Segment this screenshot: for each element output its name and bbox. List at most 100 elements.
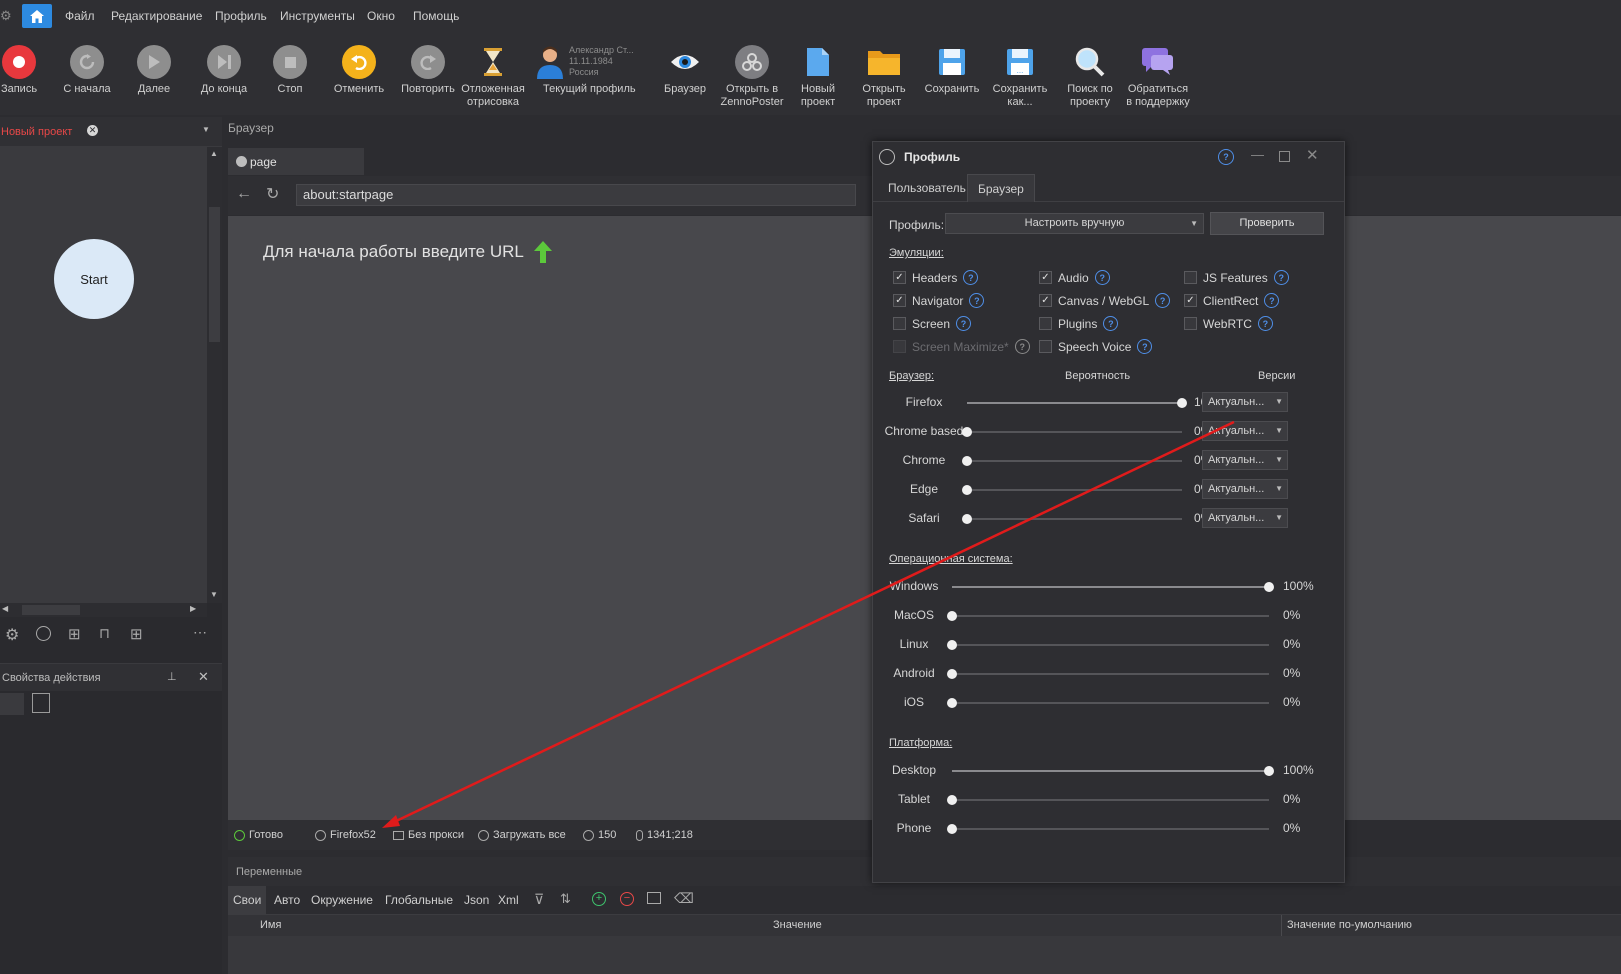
slider-knob[interactable] [947, 824, 957, 834]
lock-icon[interactable]: ⊓ [99, 625, 110, 642]
settings-gear-icon[interactable]: ⚙ [5, 625, 19, 645]
emulation-checkbox[interactable]: ✓ Audio? [1039, 270, 1110, 285]
more-icon[interactable]: ⋯ [193, 624, 207, 641]
add-variable-icon[interactable]: + [592, 892, 606, 906]
slider-knob[interactable] [1264, 582, 1274, 592]
slider-knob[interactable] [962, 514, 972, 524]
slider-knob[interactable] [947, 640, 957, 650]
slider-track[interactable] [952, 615, 1269, 617]
emulation-checkbox[interactable]: ✓ Navigator? [893, 293, 985, 308]
emulation-checkbox[interactable]: WebRTC? [1184, 316, 1273, 331]
tab-own[interactable]: Свои [228, 886, 267, 914]
close-panel-icon[interactable]: ✕ [198, 669, 209, 685]
filter-icon[interactable]: ⊽ [534, 891, 544, 908]
profile-select[interactable]: Настроить вручную ▼ [945, 213, 1204, 234]
load-selector[interactable]: Загружать все [478, 829, 566, 841]
user-circle-icon[interactable] [36, 626, 51, 641]
from-start-button[interactable]: С начала [62, 45, 112, 96]
slider-knob[interactable] [1264, 766, 1274, 776]
redo-button[interactable]: Повторить [398, 45, 458, 96]
project-tab[interactable]: Новый проект [1, 126, 72, 138]
horizontal-scrollbar[interactable]: ◀ ▶ [0, 603, 207, 617]
emulation-checkbox[interactable]: Plugins? [1039, 316, 1119, 331]
slider-knob[interactable] [947, 795, 957, 805]
chevron-down-icon[interactable]: ▼ [202, 125, 210, 134]
slider-track[interactable] [967, 431, 1182, 433]
help-icon[interactable]: ? [1014, 339, 1030, 354]
tab-xml[interactable]: Xml [498, 893, 519, 907]
slider-track[interactable] [967, 518, 1182, 520]
emulation-checkbox[interactable]: ✓ Headers? [893, 270, 979, 285]
menu-profile[interactable]: Профиль [215, 9, 267, 23]
engine-selector[interactable]: Firefox52 [315, 829, 376, 841]
slider-track[interactable] [952, 702, 1269, 704]
save-button[interactable]: Сохранить [922, 45, 982, 96]
close-tab-icon[interactable]: ✕ [87, 125, 98, 136]
col-value[interactable]: Значение [773, 919, 822, 931]
slider-knob[interactable] [962, 427, 972, 437]
scroll-up-icon[interactable]: ▲ [210, 149, 218, 158]
hscroll-thumb[interactable] [22, 605, 80, 615]
open-zennoposter-button[interactable]: Открыть в ZennoPoster [718, 45, 786, 109]
slider-track[interactable] [952, 673, 1269, 675]
slider-track[interactable] [967, 489, 1182, 491]
start-node[interactable]: Start [54, 239, 134, 319]
tab-browser[interactable]: Браузер [967, 174, 1035, 202]
menu-edit[interactable]: Редактирование [111, 9, 202, 23]
props-edit-icon[interactable] [32, 693, 50, 713]
help-icon[interactable]: ? [956, 316, 972, 331]
menu-window[interactable]: Окно [367, 9, 395, 23]
url-input[interactable]: about:startpage [296, 184, 856, 206]
help-icon[interactable]: ? [1257, 316, 1273, 331]
eraser-icon[interactable]: ⌫ [674, 890, 694, 907]
slider-knob[interactable] [1177, 398, 1187, 408]
variables-grid[interactable] [228, 936, 1621, 974]
emulation-checkbox[interactable]: Screen? [893, 316, 972, 331]
maximize-icon[interactable] [1279, 151, 1290, 162]
scroll-down-icon[interactable]: ▼ [210, 590, 218, 599]
current-profile-button[interactable]: Александр Ст... 11.11.1984 Россия Текущи… [537, 45, 643, 96]
col-default[interactable]: Значение по-умолчанию [1287, 919, 1412, 931]
slider-track[interactable] [967, 460, 1182, 462]
version-select[interactable]: Актуальн... ▼ [1202, 421, 1288, 441]
version-select[interactable]: Актуальн... ▼ [1202, 392, 1288, 412]
slider-knob[interactable] [947, 611, 957, 621]
tab-global[interactable]: Глобальные [385, 893, 453, 907]
help-icon[interactable]: ? [1103, 316, 1119, 331]
slider-knob[interactable] [947, 669, 957, 679]
scroll-left-icon[interactable]: ◀ [2, 604, 8, 613]
help-icon[interactable]: ? [1155, 293, 1171, 308]
support-button[interactable]: Обратиться в поддержку [1124, 45, 1192, 109]
next-button[interactable]: Далее [134, 45, 174, 96]
dialog-help-icon[interactable]: ? [1218, 149, 1234, 165]
check-button[interactable]: Проверить [1210, 212, 1324, 235]
vertical-scrollbar[interactable]: ▲ ▼ [207, 147, 222, 603]
scroll-thumb[interactable] [209, 207, 220, 342]
emulation-checkbox[interactable]: ✓ ClientRect? [1184, 293, 1280, 308]
grid-icon[interactable]: ⊞ [68, 625, 81, 643]
help-icon[interactable]: ? [1094, 270, 1110, 285]
timeout-field[interactable]: 150 [583, 829, 616, 841]
minimize-icon[interactable]: — [1251, 147, 1264, 162]
tab-user[interactable]: Пользователь [878, 174, 976, 202]
slider-track[interactable] [952, 799, 1269, 801]
sort-icon[interactable]: ⇅ [560, 891, 571, 907]
menu-tools[interactable]: Инструменты [280, 9, 355, 23]
help-icon[interactable]: ? [1137, 339, 1153, 354]
new-project-button[interactable]: Новый проект [796, 45, 840, 109]
slider-track[interactable] [952, 644, 1269, 646]
save-as-button[interactable]: ... Сохранить как... [991, 45, 1049, 109]
menu-file[interactable]: Файл [65, 9, 95, 23]
scroll-right-icon[interactable]: ▶ [190, 604, 196, 613]
emulation-checkbox[interactable]: ✓ Canvas / WebGL? [1039, 293, 1171, 308]
columns-icon[interactable] [647, 892, 661, 904]
reload-icon[interactable]: ↻ [266, 184, 279, 204]
help-icon[interactable]: ? [969, 293, 985, 308]
menu-help[interactable]: Помощь [413, 9, 459, 23]
slider-knob[interactable] [962, 485, 972, 495]
help-icon[interactable]: ? [1273, 270, 1289, 285]
remove-variable-icon[interactable]: − [620, 892, 634, 906]
slider-track[interactable] [952, 828, 1269, 830]
search-project-button[interactable]: Поиск по проекту [1062, 45, 1118, 109]
emulation-checkbox[interactable]: JS Features? [1184, 270, 1289, 285]
